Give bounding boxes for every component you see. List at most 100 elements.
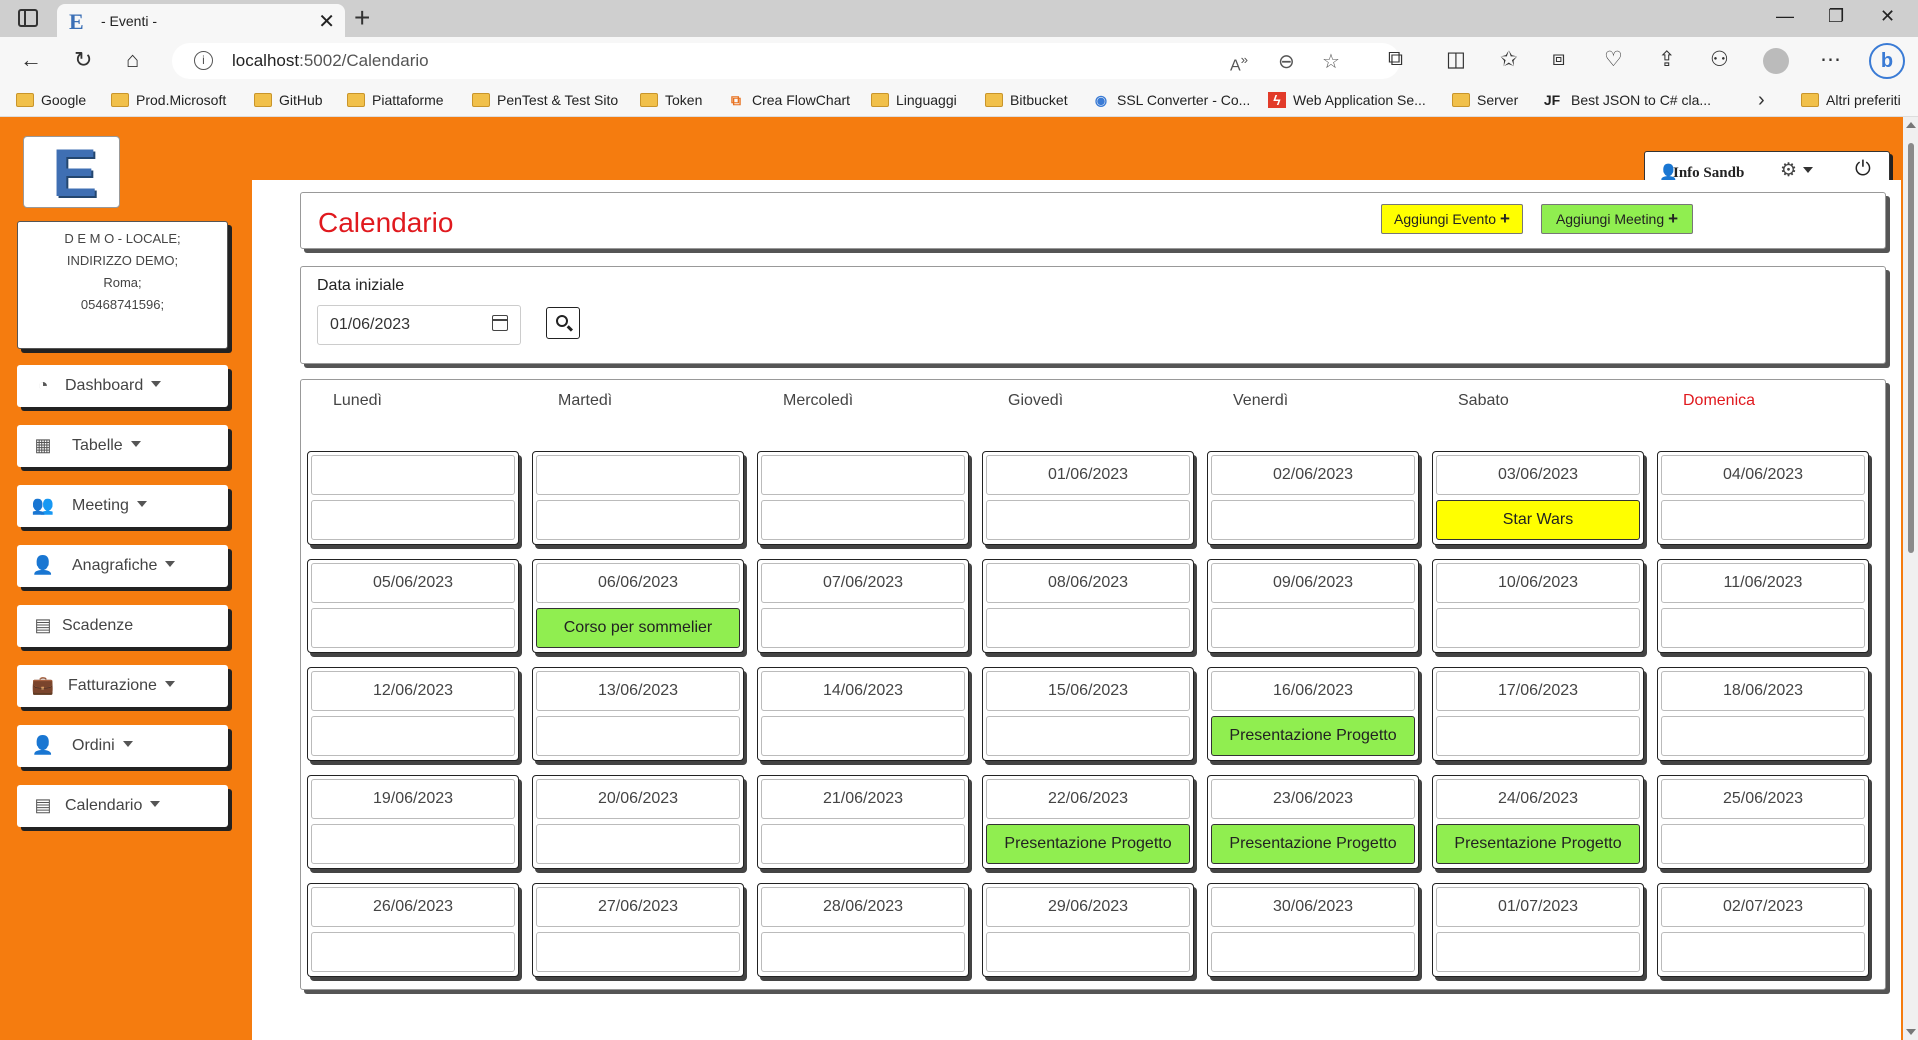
calendar-day-cell[interactable]: 20/06/2023	[532, 775, 744, 869]
calendar-day-cell[interactable]: 22/06/2023 Presentazione Progetto	[982, 775, 1194, 869]
games-icon[interactable]: ⚇	[1710, 47, 1729, 72]
calendar-day-cell[interactable]: 04/06/2023	[1657, 451, 1869, 545]
calendar-event[interactable]: Corso per sommelier	[536, 608, 740, 648]
calendar-event[interactable]: Presentazione Progetto	[1211, 824, 1415, 864]
calendar-day-cell[interactable]: 28/06/2023	[757, 883, 969, 977]
calendar-day-cell[interactable]: 09/06/2023	[1207, 559, 1419, 653]
calendar-day-cell[interactable]: 27/06/2023	[532, 883, 744, 977]
sidebar-item-tabelle[interactable]: ▦ Tabelle	[17, 425, 228, 467]
profile-avatar[interactable]	[1763, 48, 1789, 74]
sidebar-item-anagrafiche[interactable]: 👤 Anagrafiche	[17, 545, 228, 587]
sidebar-item-scadenze[interactable]: ▤ Scadenze	[17, 605, 228, 647]
calendar-event[interactable]: Presentazione Progetto	[986, 824, 1190, 864]
sidebar-item-calendario[interactable]: ▤ Calendario	[17, 785, 228, 827]
calendar-day-cell[interactable]: 19/06/2023	[307, 775, 519, 869]
tab-close-icon[interactable]: ✕	[318, 9, 335, 34]
calendar-day-cell[interactable]: 26/06/2023	[307, 883, 519, 977]
refresh-icon[interactable]: ↻	[74, 47, 92, 73]
logout-power-icon[interactable]: ⏻	[1855, 158, 1871, 181]
bookmark-bitbucket[interactable]: Bitbucket	[985, 92, 1068, 108]
more-menu-icon[interactable]: ⋯	[1820, 47, 1841, 72]
calendar-day-cell[interactable]: 01/06/2023	[982, 451, 1194, 545]
scroll-thumb[interactable]	[1908, 143, 1914, 553]
bookmarks-more-icon[interactable]: ›	[1758, 89, 1765, 112]
calendar-day-cell[interactable]: 21/06/2023	[757, 775, 969, 869]
calendar-day-cell[interactable]: 24/06/2023 Presentazione Progetto	[1432, 775, 1644, 869]
calendar-day-cell[interactable]: 02/07/2023	[1657, 883, 1869, 977]
address-bar[interactable]: i localhost:5002/Calendario A» ⊖ ☆	[172, 43, 1400, 79]
calendar-day-cell[interactable]: 23/06/2023 Presentazione Progetto	[1207, 775, 1419, 869]
bookmark-linguaggi[interactable]: Linguaggi	[871, 92, 957, 108]
sidebar-item-fatturazione[interactable]: 💼 Fatturazione	[17, 665, 228, 707]
calendar-event[interactable]: Presentazione Progetto	[1436, 824, 1640, 864]
site-info-icon[interactable]: i	[194, 51, 213, 70]
calendar-day-cell[interactable]: 14/06/2023	[757, 667, 969, 761]
home-icon[interactable]: ⌂	[126, 47, 139, 73]
calendar-day-cell[interactable]: 01/07/2023	[1432, 883, 1644, 977]
calendar-day-cell[interactable]: 07/06/2023	[757, 559, 969, 653]
sidebar-item-dashboard[interactable]: ◔ Dashboard	[17, 365, 228, 407]
browser-tab[interactable]: E - Eventi - ✕	[57, 4, 345, 37]
browser-essentials-icon[interactable]: ♡	[1604, 47, 1623, 72]
minimize-icon[interactable]: —	[1776, 6, 1794, 27]
calendar-empty-cell[interactable]	[532, 451, 744, 545]
bookmark-token[interactable]: Token	[640, 92, 702, 108]
bookmark-other-favorites[interactable]: Altri preferiti	[1801, 92, 1901, 108]
calendar-day-cell[interactable]: 03/06/2023 Star Wars	[1432, 451, 1644, 545]
bookmark-web-application[interactable]: ϟ Web Application Se...	[1268, 92, 1426, 108]
calendar-event[interactable]: Star Wars	[1436, 500, 1640, 540]
window-close-icon[interactable]: ✕	[1880, 6, 1895, 27]
search-button[interactable]	[546, 307, 580, 339]
calendar-day-cell[interactable]: 05/06/2023	[307, 559, 519, 653]
calendar-day-cell[interactable]: 29/06/2023	[982, 883, 1194, 977]
share-icon[interactable]: ⇪	[1658, 47, 1676, 72]
bookmark-json-to-csharp[interactable]: JF Best JSON to C# cla...	[1540, 92, 1711, 108]
add-event-button[interactable]: Aggiungi Evento +	[1381, 204, 1523, 234]
extensions-icon[interactable]: ⧉	[1388, 47, 1403, 71]
calendar-empty-cell[interactable]	[307, 451, 519, 545]
back-icon[interactable]: ←	[20, 47, 42, 73]
maximize-icon[interactable]: ❐	[1828, 6, 1844, 27]
calendar-empty-cell[interactable]	[757, 451, 969, 545]
new-tab-icon[interactable]: +	[354, 2, 370, 34]
read-aloud-icon[interactable]: A»	[1230, 52, 1248, 75]
bookmark-crea-flowchart[interactable]: ⧉ Crea FlowChart	[727, 92, 850, 109]
start-date-input[interactable]: 01/06/2023	[317, 305, 521, 345]
sidebar-item-ordini[interactable]: 👤 Ordini	[17, 725, 228, 767]
scroll-up-icon[interactable]	[1906, 122, 1916, 128]
page-scrollbar[interactable]	[1903, 117, 1918, 1040]
collections-icon[interactable]: ⧈	[1552, 47, 1565, 71]
add-meeting-button[interactable]: Aggiungi Meeting +	[1541, 204, 1693, 234]
calendar-event[interactable]: Presentazione Progetto	[1211, 716, 1415, 756]
bookmark-ssl-converter[interactable]: ◉ SSL Converter - Co...	[1092, 92, 1250, 109]
calendar-day-cell[interactable]: 17/06/2023	[1432, 667, 1644, 761]
zoom-out-icon[interactable]: ⊖	[1278, 49, 1295, 74]
favorite-star-icon[interactable]: ☆	[1322, 49, 1340, 74]
bing-copilot-icon[interactable]: b	[1869, 43, 1905, 79]
calendar-day-cell[interactable]: 25/06/2023	[1657, 775, 1869, 869]
calendar-day-cell[interactable]: 11/06/2023	[1657, 559, 1869, 653]
calendar-day-cell[interactable]: 02/06/2023	[1207, 451, 1419, 545]
calendar-day-cell[interactable]: 15/06/2023	[982, 667, 1194, 761]
sidebar-item-meeting[interactable]: 👥 Meeting	[17, 485, 228, 527]
calendar-day-cell[interactable]: 12/06/2023	[307, 667, 519, 761]
bookmark-pentest[interactable]: PenTest & Test Sito	[472, 92, 618, 108]
calendar-day-cell[interactable]: 18/06/2023	[1657, 667, 1869, 761]
bookmark-prod-microsoft[interactable]: Prod.Microsoft	[111, 92, 226, 108]
calendar-day-cell[interactable]: 16/06/2023 Presentazione Progetto	[1207, 667, 1419, 761]
calendar-day-cell[interactable]: 30/06/2023	[1207, 883, 1419, 977]
split-screen-icon[interactable]: ◫	[1446, 47, 1466, 72]
calendar-day-cell[interactable]: 08/06/2023	[982, 559, 1194, 653]
bookmark-google[interactable]: Google	[16, 92, 86, 108]
app-logo[interactable]: E	[23, 136, 120, 208]
bookmark-server[interactable]: Server	[1452, 92, 1518, 108]
bookmark-github[interactable]: GitHub	[254, 92, 323, 108]
tab-actions-icon[interactable]	[18, 9, 38, 27]
calendar-day-cell[interactable]: 06/06/2023 Corso per sommelier	[532, 559, 744, 653]
date-picker-icon[interactable]	[492, 315, 508, 331]
settings-gear-icon[interactable]: ⚙	[1780, 159, 1814, 182]
scroll-down-icon[interactable]	[1906, 1029, 1916, 1035]
favorites-icon[interactable]: ✩	[1500, 47, 1518, 72]
calendar-day-cell[interactable]: 10/06/2023	[1432, 559, 1644, 653]
bookmark-piattaforme[interactable]: Piattaforme	[347, 92, 444, 108]
